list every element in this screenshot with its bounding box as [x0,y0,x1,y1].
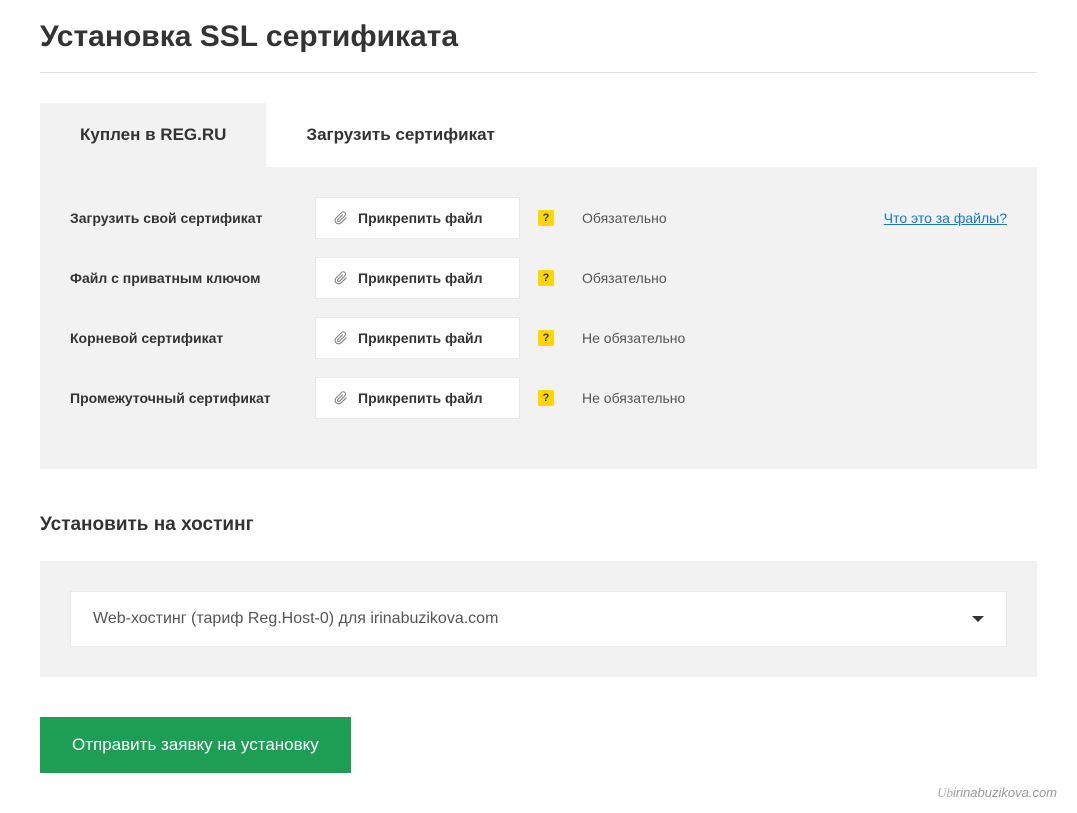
help-icon[interactable]: ? [538,270,554,286]
label-intermediate-cert: Промежуточный сертификат [70,390,315,406]
label-own-cert: Загрузить свой сертификат [70,210,315,226]
help-icon[interactable]: ? [538,210,554,226]
paperclip-icon [334,391,348,405]
row-private-key: Файл с приватным ключом Прикрепить файл … [70,257,1007,299]
submit-button[interactable]: Отправить заявку на установку [40,717,351,773]
hosting-select[interactable]: Web-хостинг (тариф Reg.Host-0) для irina… [70,591,1007,647]
page-title: Установка SSL сертификата [40,20,1037,54]
requirement-intermediate-cert: Не обязательно [582,390,685,406]
hosting-selected-value: Web-хостинг (тариф Reg.Host-0) для irina… [93,610,498,628]
attach-private-key-button[interactable]: Прикрепить файл [315,257,520,299]
watermark-text: irinabuzikova.com [953,785,1057,800]
tab-bought-regru[interactable]: Куплен в REG.RU [40,103,266,167]
requirement-root-cert: Не обязательно [582,330,685,346]
requirement-own-cert: Обязательно [582,210,667,226]
help-link-files[interactable]: Что это за файлы? [884,210,1007,226]
attach-own-cert-button[interactable]: Прикрепить файл [315,197,520,239]
paperclip-icon [334,271,348,285]
watermark-prefix: Ub [937,785,953,800]
attach-label: Прикрепить файл [358,270,483,286]
hosting-section-title: Установить на хостинг [40,514,1037,536]
attach-label: Прикрепить файл [358,330,483,346]
attach-intermediate-cert-button[interactable]: Прикрепить файл [315,377,520,419]
row-own-cert: Загрузить свой сертификат Прикрепить фай… [70,197,1007,239]
row-root-cert: Корневой сертификат Прикрепить файл ? Не… [70,317,1007,359]
help-icon[interactable]: ? [538,390,554,406]
label-root-cert: Корневой сертификат [70,330,315,346]
paperclip-icon [334,211,348,225]
hosting-select-wrapper: Web-хостинг (тариф Reg.Host-0) для irina… [40,561,1037,677]
tab-upload-cert[interactable]: Загрузить сертификат [266,103,534,167]
upload-panel: Загрузить свой сертификат Прикрепить фай… [40,167,1037,469]
watermark: Ubirinabuzikova.com [937,785,1057,801]
attach-root-cert-button[interactable]: Прикрепить файл [315,317,520,359]
label-private-key: Файл с приватным ключом [70,270,315,286]
attach-label: Прикрепить файл [358,210,483,226]
attach-label: Прикрепить файл [358,390,483,406]
paperclip-icon [334,331,348,345]
divider [40,72,1037,73]
row-intermediate-cert: Промежуточный сертификат Прикрепить файл… [70,377,1007,419]
requirement-private-key: Обязательно [582,270,667,286]
tabs-container: Куплен в REG.RU Загрузить сертификат [40,103,1037,167]
chevron-down-icon [972,616,984,622]
help-icon[interactable]: ? [538,330,554,346]
